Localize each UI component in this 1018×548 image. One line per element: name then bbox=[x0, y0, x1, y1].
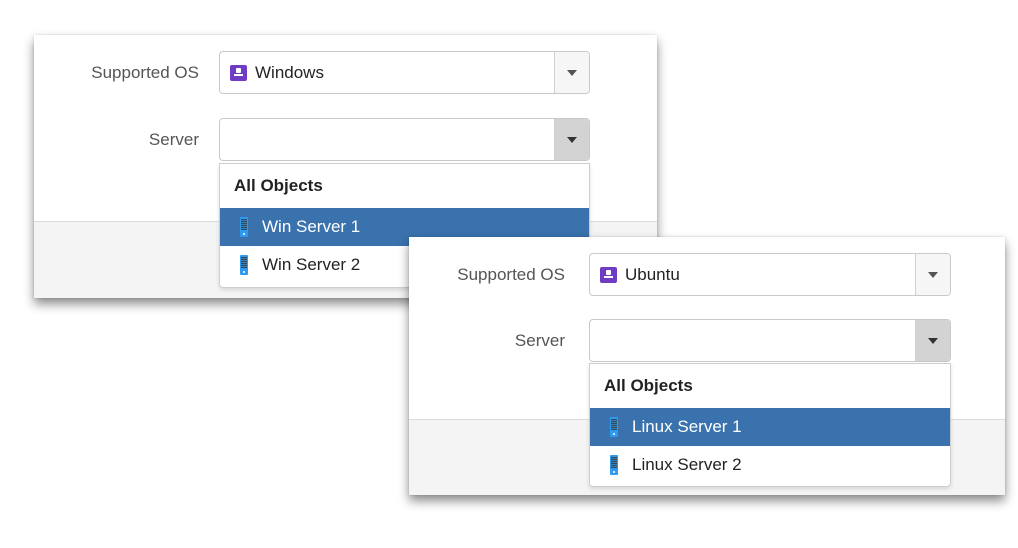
server-label: Server bbox=[148, 130, 199, 149]
dropdown-group-header: All Objects bbox=[234, 176, 323, 195]
chevron-down-icon bbox=[567, 136, 577, 143]
os-icon bbox=[230, 64, 247, 81]
option-label: Linux Server 2 bbox=[632, 455, 742, 474]
server-select[interactable] bbox=[219, 118, 590, 161]
chevron-down-icon bbox=[928, 271, 938, 278]
supported-os-label: Supported OS bbox=[91, 63, 199, 82]
server-icon bbox=[240, 217, 248, 237]
supported-os-value: Windows bbox=[255, 62, 324, 82]
supported-os-value: Ubuntu bbox=[625, 264, 680, 284]
ubuntu-panel: Supported OS Ubuntu Server All Objects L… bbox=[409, 237, 1005, 495]
option-label: Win Server 1 bbox=[262, 217, 361, 236]
server-label: Server bbox=[514, 331, 565, 350]
supported-os-label: Supported OS bbox=[457, 265, 565, 284]
server-select[interactable] bbox=[589, 319, 951, 362]
chevron-down-icon bbox=[567, 69, 577, 76]
chevron-down-icon bbox=[928, 337, 938, 344]
option-label: Linux Server 1 bbox=[632, 417, 742, 436]
os-icon bbox=[600, 266, 617, 283]
supported-os-dropdown-button[interactable] bbox=[915, 254, 950, 295]
dropdown-option[interactable]: Linux Server 1 bbox=[590, 408, 950, 446]
server-icon bbox=[240, 255, 248, 275]
option-label: Win Server 2 bbox=[262, 255, 361, 274]
server-dropdown-menu: All Objects Linux Server 1 Linux Server … bbox=[589, 363, 951, 487]
supported-os-select[interactable]: Windows bbox=[219, 51, 590, 94]
server-dropdown-button[interactable] bbox=[915, 320, 950, 361]
supported-os-select[interactable]: Ubuntu bbox=[589, 253, 951, 296]
dropdown-group-header: All Objects bbox=[604, 376, 693, 395]
server-icon bbox=[610, 417, 618, 437]
server-dropdown-button[interactable] bbox=[554, 119, 589, 160]
server-icon bbox=[610, 455, 618, 475]
supported-os-dropdown-button[interactable] bbox=[554, 52, 589, 93]
dropdown-option[interactable]: Linux Server 2 bbox=[590, 446, 950, 484]
